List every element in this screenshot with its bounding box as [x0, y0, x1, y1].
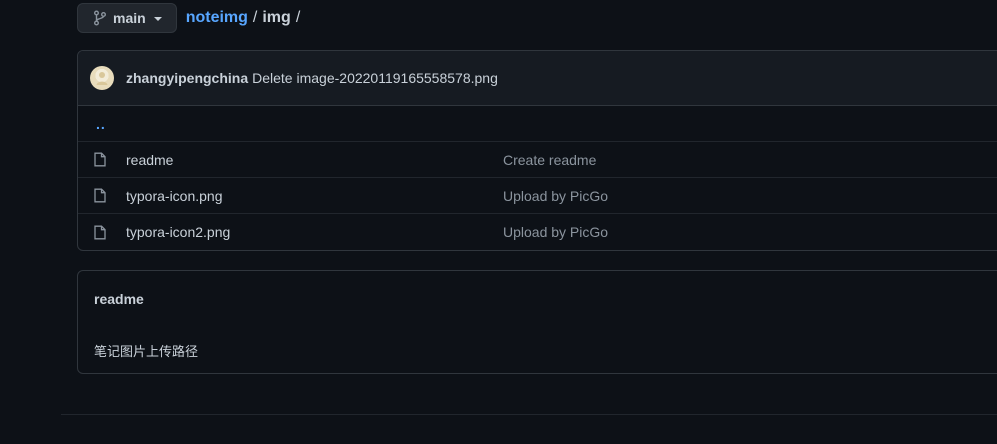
file-icon: [94, 225, 110, 240]
file-commit-message-link[interactable]: Upload by PicGo: [503, 224, 608, 240]
branch-name: main: [113, 10, 146, 26]
branch-select-button[interactable]: main: [77, 3, 177, 33]
commit-message-link[interactable]: Delete image-20220119165558578.png: [252, 70, 498, 86]
breadcrumb-repo-link[interactable]: noteimg: [186, 9, 248, 27]
chevron-down-icon: [153, 17, 162, 21]
commit-author-link[interactable]: zhangyipengchina: [126, 70, 248, 86]
readme-title: readme: [94, 291, 144, 307]
file-commit-message-link[interactable]: Upload by PicGo: [503, 188, 608, 204]
user-silhouette-icon: [96, 72, 108, 85]
footer-divider: [61, 414, 997, 415]
readme-content: 笔记图片上传路径: [94, 345, 199, 360]
file-name-link[interactable]: typora-icon.png: [126, 188, 503, 204]
avatar[interactable]: [90, 66, 114, 90]
table-row: readme Create readme: [78, 142, 997, 178]
parent-dir-row[interactable]: ..: [78, 106, 997, 142]
git-branch-icon: [93, 10, 107, 26]
breadcrumb: noteimg / img /: [186, 9, 301, 27]
parent-dir-link[interactable]: ..: [78, 116, 106, 132]
latest-commit-bar: zhangyipengchina Delete image-2022011916…: [78, 51, 997, 106]
file-list: zhangyipengchina Delete image-2022011916…: [77, 50, 997, 251]
file-icon: [94, 188, 110, 203]
repo-header: main noteimg / img /: [77, 2, 300, 34]
table-row: typora-icon2.png Upload by PicGo: [78, 214, 997, 250]
breadcrumb-current-dir: img: [262, 9, 291, 26]
breadcrumb-separator: /: [295, 9, 301, 26]
file-name-link[interactable]: typora-icon2.png: [126, 224, 503, 240]
file-name-link[interactable]: readme: [126, 152, 503, 168]
file-icon: [94, 152, 110, 167]
file-commit-message-link[interactable]: Create readme: [503, 152, 596, 168]
breadcrumb-separator: /: [252, 9, 258, 26]
readme-panel: readme 笔记图片上传路径: [77, 270, 997, 374]
table-row: typora-icon.png Upload by PicGo: [78, 178, 997, 214]
